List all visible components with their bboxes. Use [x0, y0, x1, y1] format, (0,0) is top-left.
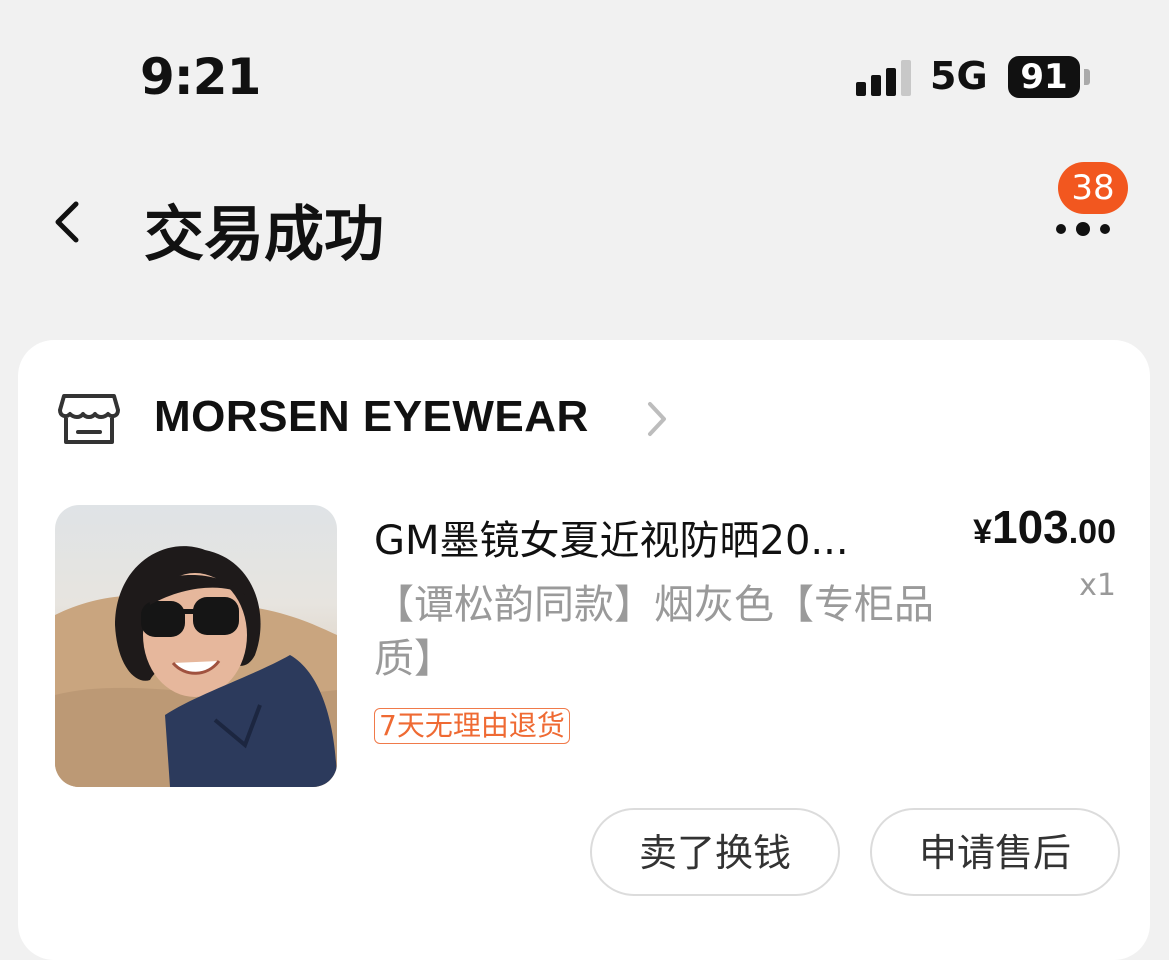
product-quantity: x1: [1079, 568, 1116, 603]
shop-name: MORSEN EYEWEAR: [154, 392, 589, 441]
page-title: 交易成功: [144, 200, 384, 270]
status-bar: 9:21 5G 91: [0, 0, 1169, 150]
chevron-right-icon: [644, 400, 668, 438]
nav-bar: 交易成功 38: [0, 150, 1169, 300]
sell-for-cash-button[interactable]: 卖了换钱: [590, 808, 840, 896]
message-count-badge: 38: [1058, 162, 1128, 214]
battery-tip: [1084, 69, 1090, 85]
battery-icon: 91: [1008, 56, 1080, 98]
price-currency: ¥: [973, 513, 992, 551]
price-decimal: .00: [1068, 513, 1116, 551]
product-price: ¥103.00: [973, 500, 1116, 554]
signal-icon: [856, 58, 914, 96]
back-icon[interactable]: [48, 198, 88, 246]
price-integer: 103: [991, 501, 1069, 553]
product-image[interactable]: [55, 505, 337, 787]
product-title[interactable]: GM墨镜女夏近视防晒20...: [374, 508, 914, 566]
after-sales-button[interactable]: 申请售后: [870, 808, 1120, 896]
order-card: MORSEN EYEWEAR GM墨镜女夏近视防晒20... 【谭松韵同款】烟灰…: [18, 340, 1150, 960]
shop-link[interactable]: MORSEN EYEWEAR: [18, 380, 718, 460]
store-icon: [58, 390, 120, 448]
status-time: 9:21: [140, 48, 261, 106]
return-policy-tag: 7天无理由退货: [374, 708, 570, 744]
product-spec: 【谭松韵同款】烟灰色【专柜品质】: [374, 582, 934, 682]
network-label: 5G: [930, 54, 988, 98]
